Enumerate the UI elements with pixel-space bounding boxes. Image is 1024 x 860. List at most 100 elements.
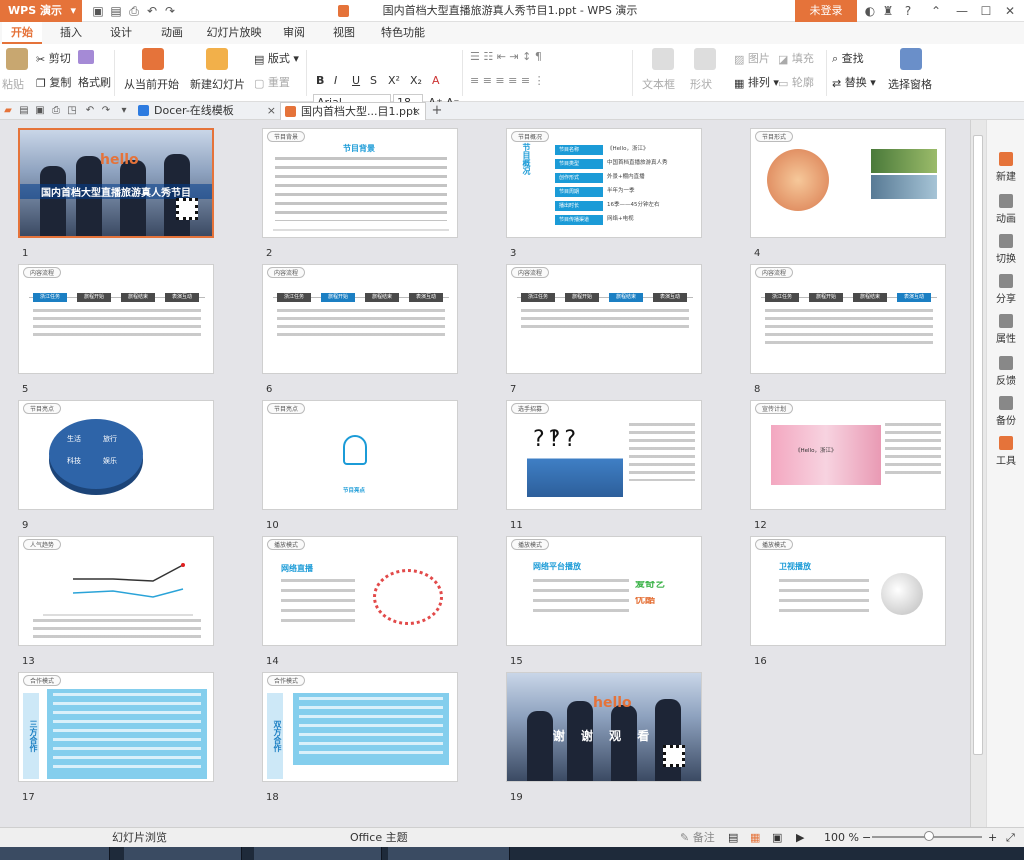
tab-animation[interactable]: 动画 (152, 22, 192, 44)
skin-icon[interactable]: ◐ (862, 0, 878, 22)
scrollbar-thumb[interactable] (973, 135, 983, 755)
shape-button[interactable]: 形状 (690, 76, 712, 92)
reading-view-icon[interactable]: ▣ (772, 828, 782, 848)
sidebar-item-tools[interactable]: 工具 (987, 436, 1024, 467)
italic-icon[interactable]: I (334, 74, 337, 87)
tab-slideshow[interactable]: 幻灯片放映 (202, 22, 266, 44)
align-icons[interactable]: ≡ ≡ ≡ ≡ ≡ ⋮ (470, 74, 545, 87)
sidebar-item-transition[interactable]: 切换 (987, 234, 1024, 265)
replace-button[interactable]: ⇄ 替换 ▾ (832, 74, 876, 90)
slide-thumbnail-19[interactable]: hello 谢 谢 观 看 (506, 672, 702, 782)
picture-button[interactable]: ▨ 图片 (734, 50, 770, 66)
redo-small-icon[interactable]: ↷ (100, 100, 112, 122)
sidebar-item-feedback[interactable]: 反馈 (987, 356, 1024, 387)
bullets-icon[interactable]: ☰ ☷ ⇤ ⇥ ↕ ¶ (470, 50, 542, 63)
slide-thumbnail-17[interactable]: 合作模式 三方合作 (18, 672, 214, 782)
slide-thumbnail-4[interactable]: 节目形式 (750, 128, 946, 238)
taskbar-item[interactable] (388, 847, 510, 860)
new-doc-icon[interactable]: ▤ (18, 100, 30, 122)
tab-review[interactable]: 审阅 (276, 22, 312, 44)
taskbar-item[interactable] (124, 847, 242, 860)
preview-icon[interactable]: ◳ (66, 100, 78, 122)
slide-thumbnail-13[interactable]: 人气趋势 (18, 536, 214, 646)
zoom-in-icon[interactable]: + (988, 828, 997, 848)
folder-icon[interactable]: ▰ (2, 100, 14, 122)
sidebar-item-new[interactable]: 新建 (987, 152, 1024, 183)
subscript-icon[interactable]: X₂ (410, 74, 422, 87)
arrange-button[interactable]: ▦ 排列 ▾ (734, 74, 779, 90)
close-tab-icon[interactable]: × (267, 102, 276, 120)
slide-thumbnail-5[interactable]: 内容流程 浙江任务 旅程开始 旅程结束 表演互动 (18, 264, 214, 374)
sidebar-item-properties[interactable]: 属性 (987, 314, 1024, 345)
text-box-button[interactable]: 文本框 (642, 76, 675, 92)
more-icon[interactable]: ▾ (118, 100, 130, 122)
slide-thumbnail-11[interactable]: 选手招募 ?‽? (506, 400, 702, 510)
taskbar-item[interactable] (254, 847, 382, 860)
print-icon[interactable]: ⎙ (126, 0, 142, 22)
reset-button[interactable]: ▢ 重置 (254, 74, 290, 90)
sidebar-item-backup[interactable]: 备份 (987, 396, 1024, 427)
slide-thumbnail-10[interactable]: 节目亮点 节目亮点 (262, 400, 458, 510)
fill-button[interactable]: ◪ 填充 (778, 50, 814, 66)
paste-button[interactable]: 粘贴 (2, 76, 24, 92)
bold-icon[interactable]: B (316, 74, 324, 87)
sidebar-item-animation[interactable]: 动画 (987, 194, 1024, 225)
redo-icon[interactable]: ↷ (162, 0, 178, 22)
new-slide-button[interactable]: 新建幻灯片 (190, 76, 245, 92)
undo-icon[interactable]: ↶ (144, 0, 160, 22)
underline-icon[interactable]: U (352, 74, 360, 87)
tab-docer-templates[interactable]: Docer-在线模板 × (134, 102, 280, 120)
slide-thumbnail-3[interactable]: 节目概况 节目概况 节目名称 节目类型 创作形式 节目周期 播出时长 节目传播渠… (506, 128, 702, 238)
cut-button[interactable]: ✂ 剪切 (36, 50, 71, 66)
zoom-out-icon[interactable]: − (862, 828, 871, 848)
fit-window-icon[interactable]: ⤢ (1006, 828, 1015, 848)
tab-home[interactable]: 开始 (2, 22, 42, 44)
undo-small-icon[interactable]: ↶ (84, 100, 96, 122)
taskbar-item[interactable] (0, 847, 110, 860)
shadow-icon[interactable]: S (370, 74, 377, 87)
login-button[interactable]: 未登录 (795, 0, 857, 22)
layout-button[interactable]: ▤ 版式 ▾ (254, 50, 299, 66)
close-tab-icon[interactable]: × (412, 103, 421, 121)
shirt-icon[interactable]: ♜ (880, 0, 896, 22)
slide-thumbnail-12[interactable]: 宣传计划 《Hello，浙江》 (750, 400, 946, 510)
slide-thumbnail-1[interactable]: hello 国内首档大型直播旅游真人秀节目 (18, 128, 214, 238)
slide-thumbnail-16[interactable]: 播放模式 卫视播放 (750, 536, 946, 646)
slide-thumbnail-8[interactable]: 内容流程 浙江任务 旅程开始 旅程结束 表演互动 (750, 264, 946, 374)
format-painter-button[interactable]: 格式刷 (78, 74, 111, 90)
save-icon[interactable]: ▣ (90, 0, 106, 22)
slide-thumbnail-7[interactable]: 内容流程 浙江任务 旅程开始 旅程结束 表演互动 (506, 264, 702, 374)
slide-thumbnail-6[interactable]: 内容流程 浙江任务 旅程开始 旅程结束 表演互动 (262, 264, 458, 374)
zoom-slider-handle[interactable] (924, 831, 934, 841)
new-tab-icon[interactable]: + (430, 100, 444, 122)
tab-view[interactable]: 视图 (326, 22, 362, 44)
tab-special-features[interactable]: 特色功能 (372, 22, 434, 44)
minimize-icon[interactable]: — (952, 0, 972, 22)
slideshow-play-icon[interactable]: ▶ (796, 828, 804, 848)
app-menu-button[interactable]: WPS 演示 ▾ (0, 0, 82, 22)
tab-design[interactable]: 设计 (102, 22, 140, 44)
sidebar-item-share[interactable]: 分享 (987, 274, 1024, 305)
slide-thumbnail-15[interactable]: 播放模式 网络平台播放 爱奇艺 优酷 (506, 536, 702, 646)
print-small-icon[interactable]: ⎙ (50, 100, 62, 122)
slide-thumbnail-9[interactable]: 节目亮点 生活 旅行 科技 娱乐 (18, 400, 214, 510)
help-button[interactable]: ? (898, 0, 918, 22)
slide-thumbnail-2[interactable]: 节目背景 节目背景 (262, 128, 458, 238)
tab-current-document[interactable]: 国内首档大型...目1.ppt × (280, 102, 426, 120)
collapse-ribbon-icon[interactable]: ⌃ (928, 0, 944, 22)
zoom-level[interactable]: 100 % (824, 828, 859, 848)
maximize-icon[interactable]: ☐ (976, 0, 996, 22)
notes-toggle[interactable]: ✎ 备注 (680, 828, 715, 848)
copy-button[interactable]: ❐ 复制 (36, 74, 71, 90)
normal-view-icon[interactable]: ▤ (728, 828, 738, 848)
outline-button[interactable]: ▭ 轮廓 (778, 74, 814, 90)
slide-thumbnail-18[interactable]: 合作模式 双方合作 (262, 672, 458, 782)
from-current-button[interactable]: 从当前开始 (124, 76, 179, 92)
save-small-icon[interactable]: ▣ (34, 100, 46, 122)
superscript-icon[interactable]: X² (388, 74, 400, 87)
tab-insert[interactable]: 插入 (52, 22, 90, 44)
font-color-icon[interactable]: A (432, 74, 440, 87)
slide-thumbnail-14[interactable]: 播放模式 网络直播 (262, 536, 458, 646)
open-icon[interactable]: ▤ (108, 0, 124, 22)
select-pane-button[interactable]: 选择窗格 (888, 76, 932, 92)
